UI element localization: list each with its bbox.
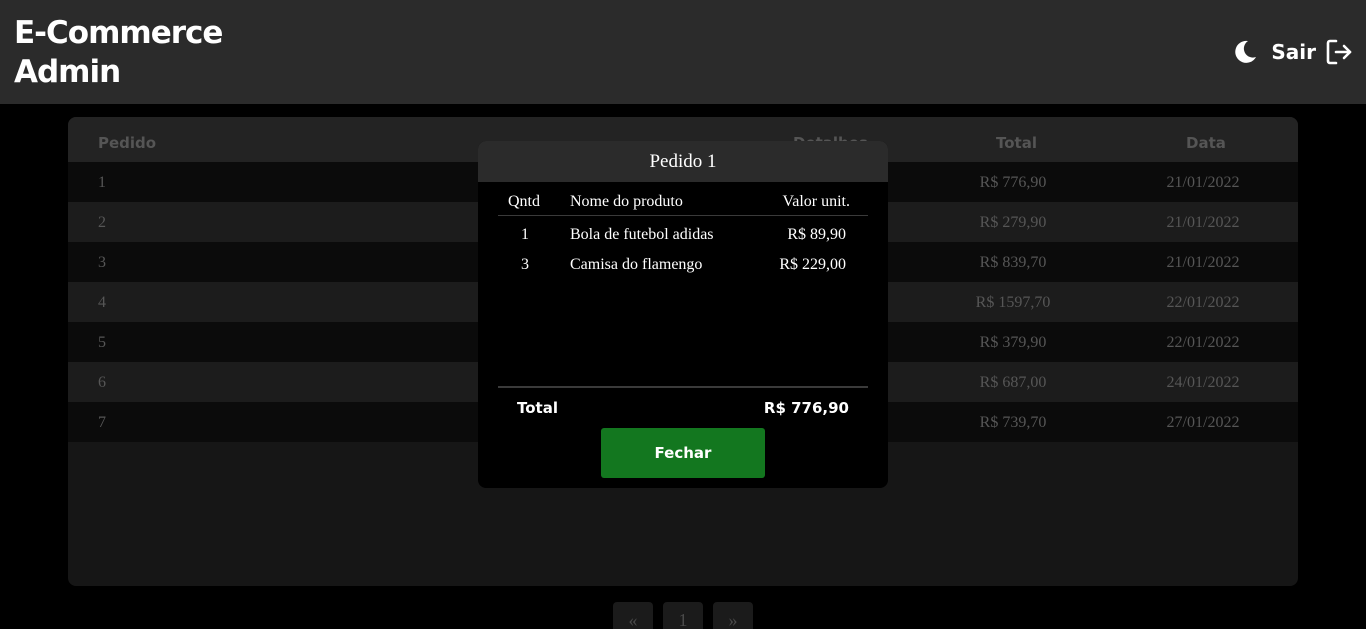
- order-id: 5: [98, 334, 106, 351]
- order-date-value: 27/01/2022: [1166, 414, 1240, 431]
- order-total-value: R$ 687,00: [979, 374, 1047, 391]
- modal-item-row: 1 Bola de futebol adidas R$ 89,90: [498, 226, 868, 256]
- order-total-value: R$ 379,90: [979, 334, 1047, 351]
- brand-line-1: E-Commerce: [14, 15, 223, 51]
- logout-icon: [1326, 39, 1352, 65]
- modal-header-nome: Nome do produto: [570, 193, 683, 210]
- order-id: 3: [98, 254, 106, 271]
- order-id: 7: [98, 414, 106, 431]
- order-date-value: 21/01/2022: [1166, 214, 1240, 231]
- pagination-next-button[interactable]: »: [713, 602, 753, 629]
- column-header-pedido: Pedido: [98, 134, 157, 152]
- item-unit-price: R$ 229,00: [779, 256, 846, 273]
- order-id: 1: [98, 174, 106, 191]
- pagination-page-button[interactable]: 1: [663, 602, 703, 629]
- order-total-value: R$ 739,70: [979, 414, 1047, 431]
- order-id: 6: [98, 374, 106, 391]
- order-details-modal: Pedido 1 Qntd Nome do produto Valor unit…: [478, 141, 888, 488]
- order-date-value: 21/01/2022: [1166, 254, 1240, 271]
- order-date-value: 21/01/2022: [1166, 174, 1240, 191]
- modal-item-row: 3 Camisa do flamengo R$ 229,00: [498, 256, 868, 286]
- modal-header-valor: Valor unit.: [782, 193, 850, 210]
- modal-items-header: Qntd Nome do produto Valor unit.: [498, 193, 868, 216]
- item-name: Bola de futebol adidas: [570, 226, 714, 243]
- order-date-value: 22/01/2022: [1166, 294, 1240, 311]
- item-unit-price: R$ 89,90: [787, 226, 846, 243]
- header-actions: Sair: [1231, 36, 1354, 68]
- item-name: Camisa do flamengo: [570, 256, 703, 273]
- brand-line-2: Admin: [14, 54, 121, 90]
- order-date-value: 22/01/2022: [1166, 334, 1240, 351]
- item-quantity: 3: [521, 256, 529, 273]
- brand-logo: E-Commerce Admin: [14, 14, 223, 92]
- order-date-value: 24/01/2022: [1166, 374, 1240, 391]
- modal-title: Pedido 1: [478, 141, 888, 182]
- modal-divider: [498, 386, 868, 388]
- logout-button[interactable]: Sair: [1271, 37, 1354, 67]
- modal-total-value: R$ 776,90: [763, 399, 849, 417]
- order-id: 2: [98, 214, 106, 231]
- pagination-prev-button[interactable]: «: [613, 602, 653, 629]
- order-total-value: R$ 776,90: [979, 174, 1047, 191]
- close-button[interactable]: Fechar: [601, 428, 765, 478]
- order-total-value: R$ 839,70: [979, 254, 1047, 271]
- modal-total-label: Total: [517, 399, 558, 417]
- order-total-value: R$ 279,90: [979, 214, 1047, 231]
- logout-label: Sair: [1271, 40, 1316, 64]
- order-total-value: R$ 1597,70: [975, 294, 1051, 311]
- app-header: E-Commerce Admin Sair: [0, 0, 1366, 104]
- moon-icon[interactable]: [1231, 38, 1259, 66]
- column-header-total: Total: [996, 134, 1037, 152]
- order-id: 4: [98, 294, 106, 311]
- item-quantity: 1: [521, 226, 529, 243]
- modal-header-qtd: Qntd: [508, 193, 540, 210]
- column-header-data: Data: [1186, 134, 1226, 152]
- pagination: « 1 »: [613, 602, 763, 629]
